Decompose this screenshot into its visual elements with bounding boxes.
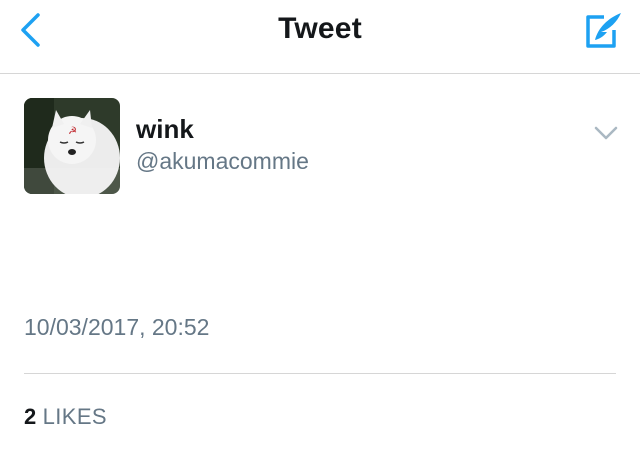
likes-stat[interactable]: 2 LIKES — [24, 404, 107, 430]
compose-quill-icon — [586, 13, 621, 48]
header-bar: Tweet — [0, 0, 640, 74]
avatar-image: ☭ — [24, 98, 120, 194]
likes-count: 2 — [24, 404, 37, 429]
compose-button[interactable] — [580, 8, 626, 52]
page-title: Tweet — [278, 12, 362, 45]
author-display-name[interactable]: wink — [136, 114, 194, 145]
avatar[interactable]: ☭ — [24, 98, 120, 194]
svg-text:☭: ☭ — [68, 126, 77, 137]
likes-label: LIKES — [42, 404, 108, 429]
divider — [24, 373, 616, 374]
more-options-button[interactable] — [592, 122, 620, 144]
author-handle[interactable]: @akumacommie — [136, 148, 309, 175]
chevron-down-icon — [594, 126, 618, 140]
tweet-timestamp: 10/03/2017, 20:52 — [24, 314, 210, 340]
